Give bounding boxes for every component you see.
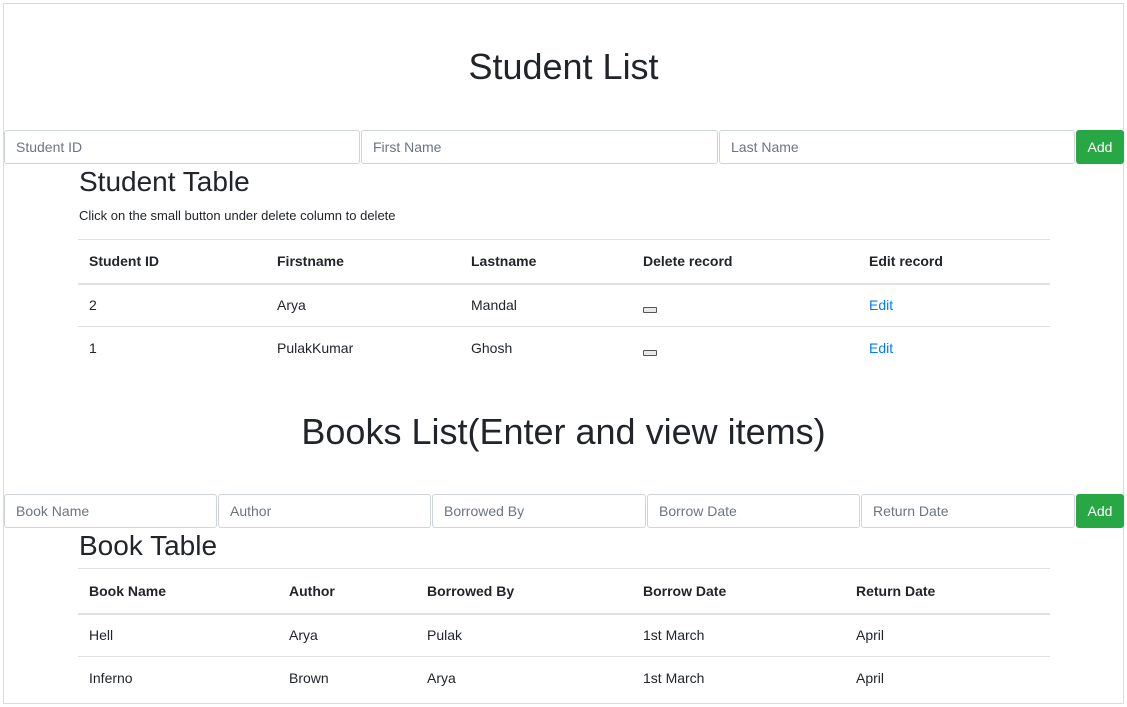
table-row: Inferno Brown Arya 1st March April [78, 656, 1050, 700]
borrowed-by-input[interactable] [432, 494, 646, 528]
cell-book-name: Hell [78, 613, 278, 657]
cell-edit: Edit [858, 326, 1050, 370]
cell-return-date: April [845, 613, 1050, 657]
header-borrowed-by: Borrowed By [416, 568, 632, 615]
header-author: Author [278, 568, 416, 615]
edit-record-link[interactable]: Edit [869, 297, 893, 313]
student-id-input[interactable] [4, 130, 360, 164]
header-student-id: Student ID [78, 239, 266, 285]
delete-record-button[interactable] [643, 349, 657, 356]
cell-book-name: Inferno [78, 656, 278, 700]
cell-student-id: 2 [78, 283, 266, 327]
cell-author: Arya [278, 613, 416, 657]
last-name-input[interactable] [719, 130, 1075, 164]
student-table: Student ID Firstname Lastname Delete rec… [78, 239, 1050, 370]
book-input-row: Add [4, 494, 1124, 528]
cell-firstname: Arya [266, 283, 460, 327]
book-name-input[interactable] [4, 494, 217, 528]
table-row: 2 Arya Mandal Edit [78, 283, 1050, 327]
student-table-title: Student Table [79, 166, 250, 197]
book-table-header: Book Name Author Borrowed By Borrow Date… [78, 568, 1050, 615]
book-table: Book Name Author Borrowed By Borrow Date… [78, 568, 1050, 700]
cell-student-id: 1 [78, 326, 266, 370]
delete-hint: Click on the small button under delete c… [79, 208, 396, 223]
first-name-input[interactable] [361, 130, 718, 164]
cell-borrow-date: 1st March [632, 613, 845, 657]
borrow-date-input[interactable] [647, 494, 860, 528]
delete-record-button[interactable] [643, 306, 657, 313]
book-table-title: Book Table [79, 530, 218, 561]
cell-lastname: Ghosh [460, 326, 632, 370]
cell-return-date: April [845, 656, 1050, 700]
table-row: Hell Arya Pulak 1st March April [78, 613, 1050, 657]
header-borrow-date: Borrow Date [632, 568, 845, 615]
student-table-header: Student ID Firstname Lastname Delete rec… [78, 239, 1050, 285]
header-book-name: Book Name [78, 568, 278, 615]
cell-lastname: Mandal [460, 283, 632, 327]
header-firstname: Firstname [266, 239, 460, 285]
cell-borrow-date: 1st March [632, 656, 845, 700]
cell-delete [632, 283, 858, 327]
table-row: 1 PulakKumar Ghosh Edit [78, 326, 1050, 370]
cell-author: Brown [278, 656, 416, 700]
header-edit-record: Edit record [858, 239, 1050, 285]
author-input[interactable] [218, 494, 431, 528]
add-book-button[interactable]: Add [1076, 494, 1124, 528]
add-student-button[interactable]: Add [1076, 130, 1124, 164]
student-list-title: Student List [468, 46, 659, 87]
cell-edit: Edit [858, 283, 1050, 327]
cell-borrowed-by: Pulak [416, 613, 632, 657]
cell-delete [632, 326, 858, 370]
return-date-input[interactable] [861, 494, 1075, 528]
cell-borrowed-by: Arya [416, 656, 632, 700]
books-list-title: Books List(Enter and view items) [301, 411, 826, 452]
edit-record-link[interactable]: Edit [869, 340, 893, 356]
header-lastname: Lastname [460, 239, 632, 285]
cell-firstname: PulakKumar [266, 326, 460, 370]
header-delete-record: Delete record [632, 239, 858, 285]
header-return-date: Return Date [845, 568, 1050, 615]
student-input-row: Add [4, 130, 1124, 164]
